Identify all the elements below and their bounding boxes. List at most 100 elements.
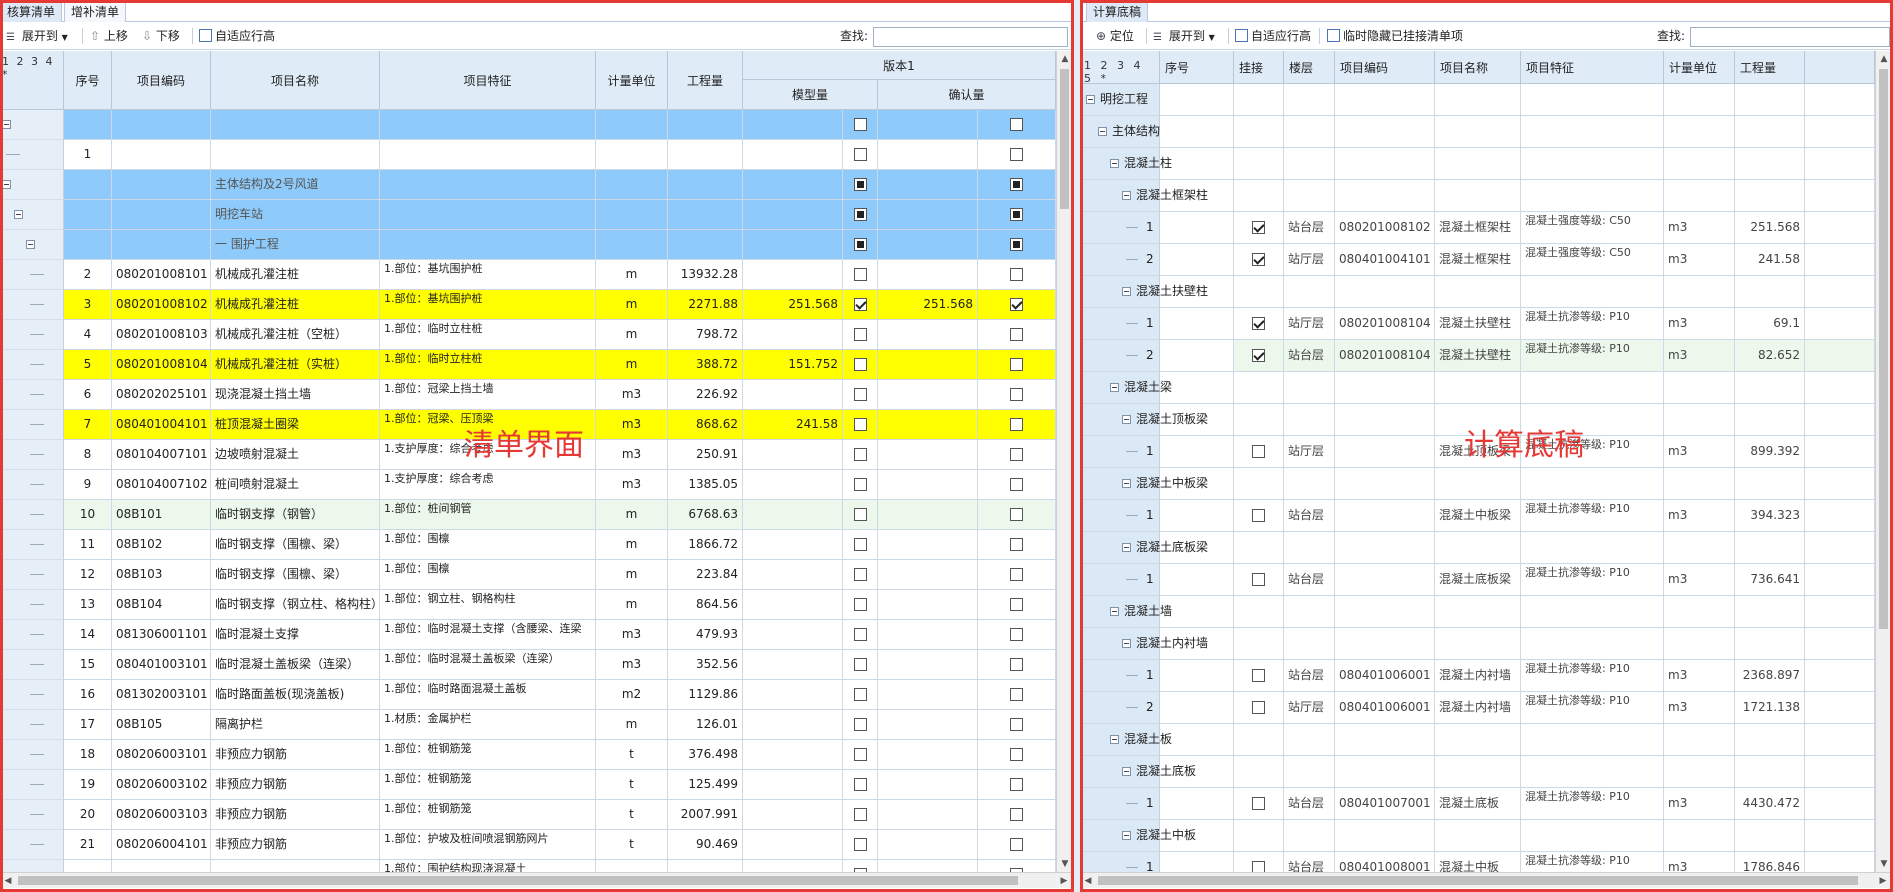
row-checkbox[interactable] <box>1010 508 1023 521</box>
attach-checkbox[interactable] <box>1252 701 1265 714</box>
table-row[interactable]: 1 站台层 080401008001 混凝土中板 混凝土抗渗等级: P10 m3 1786.… <box>1080 852 1875 872</box>
table-row[interactable] <box>0 110 1056 140</box>
attach-checkbox[interactable] <box>1252 573 1265 586</box>
cell-chk[interactable] <box>1234 244 1284 276</box>
cell-c1[interactable] <box>843 770 878 800</box>
row-checkbox[interactable] <box>1010 478 1023 491</box>
table-row[interactable]: 明挖车站 <box>0 200 1056 230</box>
cell-chk[interactable] <box>1234 788 1284 820</box>
tab-supplement-list[interactable]: 增补清单 <box>64 2 127 22</box>
cell-c1[interactable] <box>843 230 878 260</box>
cell-chk[interactable] <box>1234 436 1284 468</box>
tree-group-row[interactable]: 混凝土中板梁 <box>1080 468 1875 500</box>
row-checkbox[interactable] <box>853 538 867 551</box>
level-selector[interactable]: 1 2 3 4 5 * <box>1080 51 1160 85</box>
table-row[interactable]: 1 站台层 混凝土中板梁 混凝土抗渗等级: P10 m3 394.323 <box>1080 500 1875 532</box>
row-checkbox[interactable] <box>1010 658 1023 671</box>
row-checkbox[interactable] <box>853 358 867 371</box>
tree-group-row[interactable]: 混凝土板 <box>1080 724 1875 756</box>
row-checkbox[interactable] <box>853 628 867 641</box>
header-confirm-qty[interactable]: 确认量 <box>878 80 1056 110</box>
tree-node-cell[interactable]: 混凝土内衬墙 <box>1080 628 1234 660</box>
cell-c1[interactable] <box>843 740 878 770</box>
cell-c1[interactable] <box>843 320 878 350</box>
attach-checkbox[interactable] <box>1252 861 1265 872</box>
cell-c1[interactable] <box>843 140 878 170</box>
cell-chk[interactable] <box>1234 340 1284 372</box>
cell-c2[interactable] <box>978 380 1056 410</box>
table-row[interactable]: 17 08B105 隔离护栏 1.材质：金属护栏 m 126.01 <box>0 710 1056 740</box>
tree-group-row[interactable]: 混凝土扶壁柱 <box>1080 276 1875 308</box>
row-checkbox[interactable] <box>1010 208 1023 221</box>
collapse-icon[interactable] <box>1122 831 1131 840</box>
cell-c1[interactable] <box>843 560 878 590</box>
table-row[interactable]: 19 080206003102 非预应力钢筋 1.部位：桩钢筋笼 t 125.499 <box>0 770 1056 800</box>
table-row[interactable]: 2 080201008101 机械成孔灌注桩 1.部位：基坑围护桩 m 13932.28 <box>0 260 1056 290</box>
auto-row-height-checkbox[interactable]: 自适应行高 <box>199 27 275 45</box>
tree-group-row[interactable]: 混凝土中板 <box>1080 820 1875 852</box>
scroll-left-icon[interactable]: ◀ <box>0 873 16 889</box>
row-checkbox[interactable] <box>1010 298 1023 311</box>
cell-c2[interactable] <box>978 470 1056 500</box>
cell-c1[interactable] <box>843 200 878 230</box>
table-row[interactable]: 14 081306001101 临时混凝土支撑 1.部位：临时混凝土支撑（含腰梁、连梁… <box>0 620 1056 650</box>
cell-c1[interactable] <box>843 380 878 410</box>
auto-row-height-checkbox[interactable]: 自适应行高 <box>1235 27 1311 45</box>
cell-c2[interactable] <box>978 290 1056 320</box>
collapse-icon[interactable] <box>2 120 11 129</box>
header-name[interactable]: 项目名称 <box>1435 51 1521 84</box>
tree-node-cell[interactable]: 混凝土顶板梁 <box>1080 404 1234 436</box>
cell-c1[interactable] <box>843 650 878 680</box>
scroll-right-icon[interactable]: ▶ <box>1875 873 1891 889</box>
collapse-icon[interactable] <box>1086 95 1095 104</box>
header-qty[interactable]: 工程量 <box>1735 51 1805 84</box>
row-checkbox[interactable] <box>1010 838 1023 851</box>
cell-c2[interactable] <box>978 710 1056 740</box>
row-checkbox[interactable] <box>1010 268 1023 281</box>
cell-c2[interactable] <box>978 230 1056 260</box>
collapse-icon[interactable] <box>1122 479 1131 488</box>
header-feature[interactable]: 项目特征 <box>1521 51 1664 84</box>
attach-checkbox[interactable] <box>1252 253 1265 266</box>
cell-c2[interactable] <box>978 140 1056 170</box>
row-checkbox[interactable] <box>853 718 867 731</box>
collapse-icon[interactable] <box>1122 639 1131 648</box>
row-checkbox[interactable] <box>1010 598 1023 611</box>
tree-node-cell[interactable]: 混凝土底板 <box>1080 756 1234 788</box>
row-checkbox[interactable] <box>1010 628 1023 641</box>
table-row[interactable]: 1 站台层 080401006001 混凝土内衬墙 混凝土抗渗等级: P10 m3 2368… <box>1080 660 1875 692</box>
cell-c1[interactable] <box>843 290 878 320</box>
tree-node-cell[interactable]: 混凝土梁 <box>1080 372 1234 404</box>
header-unit[interactable]: 计量单位 <box>1664 51 1735 84</box>
cell-chk[interactable] <box>1234 564 1284 596</box>
cell-c2[interactable] <box>978 200 1056 230</box>
table-row[interactable]: 15 080401003101 临时混凝土盖板梁（连梁） 1.部位：临时混凝土盖板梁（… <box>0 650 1056 680</box>
cell-c2[interactable] <box>978 740 1056 770</box>
cell-c2[interactable] <box>978 590 1056 620</box>
row-checkbox[interactable] <box>853 388 867 401</box>
row-checkbox[interactable] <box>1010 388 1023 401</box>
tree-group-row[interactable]: 主体结构 <box>1080 116 1875 148</box>
row-checkbox[interactable] <box>853 598 867 611</box>
table-row[interactable]: 10 08B101 临时钢支撑（钢管） 1.部位：桩间钢管 m 6768.63 <box>0 500 1056 530</box>
collapse-icon[interactable] <box>1122 287 1131 296</box>
tree-node-cell[interactable]: 明挖工程 <box>1080 84 1234 116</box>
cell-c2[interactable] <box>978 110 1056 140</box>
cell-c1[interactable] <box>843 620 878 650</box>
collapse-icon[interactable] <box>1098 127 1107 136</box>
row-checkbox[interactable] <box>853 838 867 851</box>
header-unit[interactable]: 计量单位 <box>596 51 668 110</box>
header-code[interactable]: 项目编码 <box>112 51 211 110</box>
collapse-icon[interactable] <box>26 240 35 249</box>
cell-c1[interactable] <box>843 440 878 470</box>
table-row[interactable]: 20 080206003103 非预应力钢筋 1.部位：桩钢筋笼 t 2007.991 <box>0 800 1056 830</box>
tree-group-row[interactable]: 混凝土墙 <box>1080 596 1875 628</box>
header-attach[interactable]: 挂接 <box>1234 51 1284 84</box>
table-row[interactable]: 1 站厅层 080201008104 混凝土扶壁柱 混凝土抗渗等级: P10 m3 69.1 <box>1080 308 1875 340</box>
header-floor[interactable]: 楼层 <box>1284 51 1335 84</box>
cell-chk[interactable] <box>1234 852 1284 872</box>
row-checkbox[interactable] <box>853 808 867 821</box>
table-row[interactable]: 3 080201008102 机械成孔灌注桩 1.部位：基坑围护桩 m 2271.88 25… <box>0 290 1056 320</box>
scroll-thumb[interactable] <box>1879 69 1888 629</box>
cell-c1[interactable] <box>843 470 878 500</box>
